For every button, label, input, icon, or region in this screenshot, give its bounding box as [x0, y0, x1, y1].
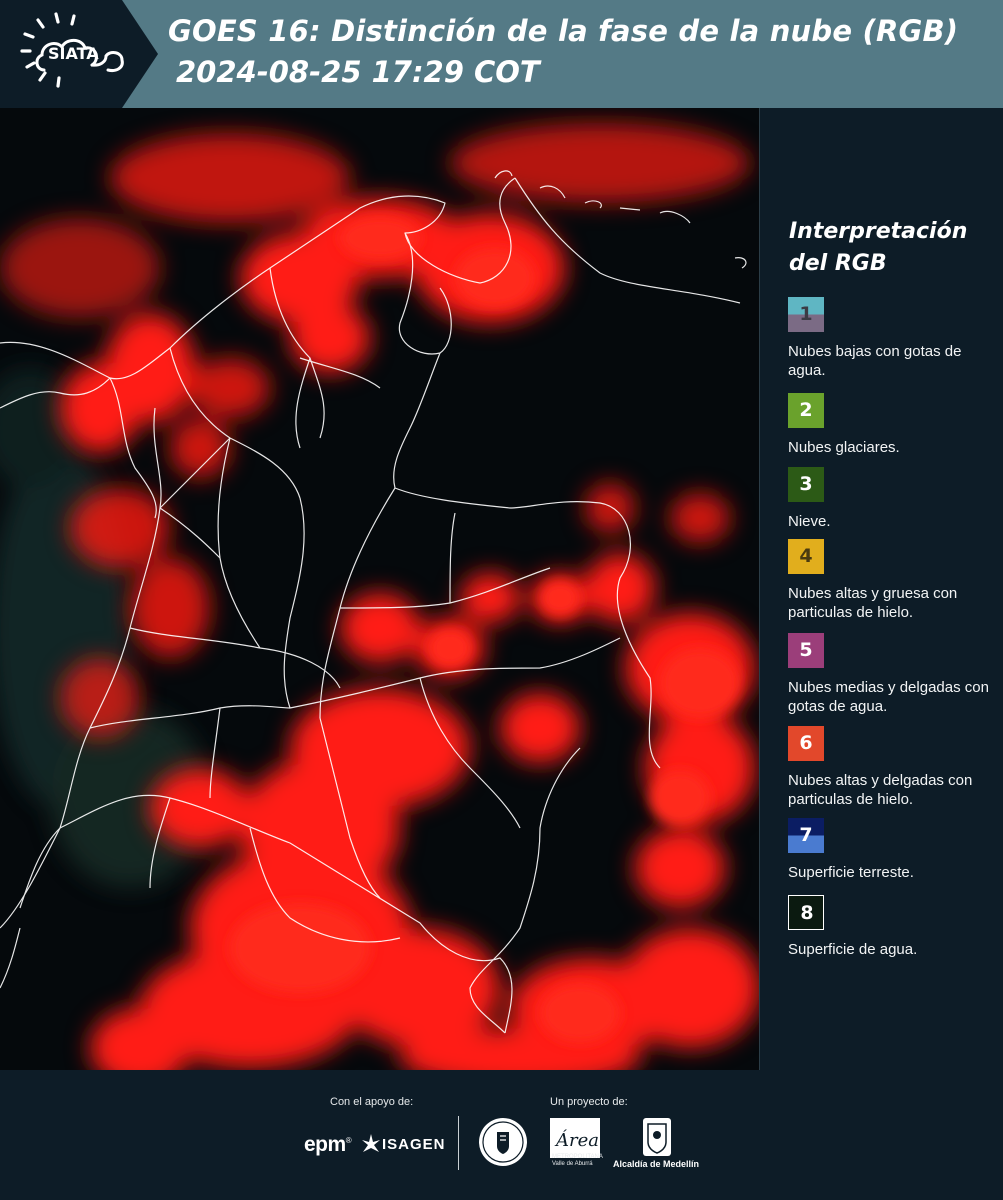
legend-item-2: 2 Nubes glaciares.	[788, 393, 1000, 457]
page-title: GOES 16: Distinción de la fase de la nub…	[168, 14, 959, 48]
epm-registered-mark: ®	[345, 1136, 352, 1145]
legend-swatch-4: 4	[788, 539, 824, 574]
support-label: Con el apoyo de:	[330, 1096, 414, 1108]
legend-swatch-2: 2	[788, 393, 824, 428]
metro-seal-logo[interactable]	[477, 1116, 529, 1172]
isagen-star-icon	[362, 1134, 380, 1152]
legend-number-7: 7	[799, 824, 813, 846]
legend-label-1: Nubes bajas con gotas de agua.	[788, 343, 962, 379]
alcaldia-logo-text: Alcaldía de Medellín	[613, 1159, 700, 1169]
project-label: Un proyecto de:	[550, 1096, 628, 1108]
epm-logo-text: epm	[304, 1133, 346, 1156]
epm-logo[interactable]: epm®	[304, 1133, 352, 1157]
isagen-logo[interactable]: ISAGEN	[360, 1132, 445, 1156]
header-bar: SIATA GOES 16: Distinción de la fase de …	[0, 0, 1003, 108]
legend-number-6: 6	[799, 732, 813, 754]
legend-item-1: 1 Nubes bajas con gotas de agua.	[788, 297, 1000, 380]
legend-swatch-6: 6	[788, 726, 824, 761]
legend-label-5: Nubes medias y delgadas con gotas de agu…	[788, 679, 989, 715]
legend-number-1: 1	[799, 303, 813, 325]
legend-item-6: 6 Nubes altas y delgadas con particulas …	[788, 726, 1000, 809]
area-metropolitana-text: Área	[554, 1128, 599, 1151]
isagen-logo-text: ISAGEN	[382, 1136, 446, 1153]
legend-panel: Interpretación del RGB 1 Nubes bajas con…	[761, 108, 1003, 1070]
legend-label-6: Nubes altas y delgadas con particulas de…	[788, 772, 973, 808]
legend-number-3: 3	[799, 473, 813, 495]
siata-logo-text: SIATA	[48, 44, 99, 63]
area-metropolitana-subtitle: METROPOLITANA Valle de Aburrá	[552, 1154, 603, 1167]
satellite-map[interactable]	[0, 108, 760, 1070]
legend-item-7: 7 Superficie terreste.	[788, 818, 1000, 882]
legend-title: Interpretación del RGB	[789, 219, 968, 276]
legend-swatch-5: 5	[788, 633, 824, 668]
footer-divider	[458, 1116, 459, 1170]
legend-swatch-1: 1	[788, 297, 824, 332]
legend-swatch-7: 7	[788, 818, 824, 853]
legend-item-8: 8 Superficie de agua.	[788, 895, 1000, 959]
legend-label-4: Nubes altas y gruesa con particulas de h…	[788, 585, 958, 621]
legend-label-7: Superficie terreste.	[788, 864, 914, 881]
footer: Con el apoyo de: Un proyecto de: epm® IS…	[0, 1070, 1003, 1200]
timestamp: 2024-08-25 17:29 COT	[176, 55, 540, 89]
legend-number-5: 5	[799, 639, 813, 661]
legend-item-3: 3 Nieve.	[788, 467, 1000, 531]
legend-item-5: 5 Nubes medias y delgadas con gotas de a…	[788, 633, 1000, 716]
legend-swatch-3: 3	[788, 467, 824, 502]
legend-label-8: Superficie de agua.	[788, 941, 918, 958]
legend-number-4: 4	[799, 545, 813, 567]
legend-number-8: 8	[800, 902, 814, 924]
legend-label-2: Nubes glaciares.	[788, 439, 900, 456]
siata-logo[interactable]: SIATA	[0, 0, 158, 108]
legend-swatch-8: 8	[788, 895, 824, 930]
legend-item-4: 4 Nubes altas y gruesa con particulas de…	[788, 539, 1000, 622]
legend-number-2: 2	[799, 399, 813, 421]
legend-label-3: Nieve.	[788, 513, 831, 530]
